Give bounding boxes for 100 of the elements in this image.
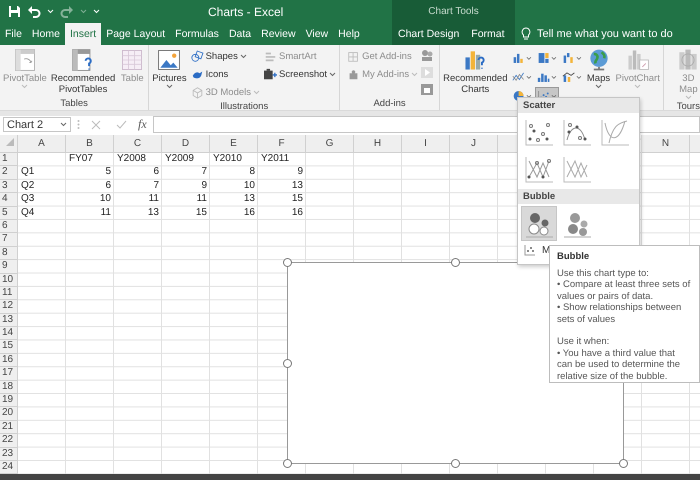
menu-section-header: Bubble <box>518 189 639 204</box>
puzzle-icon <box>347 68 360 80</box>
caret-icon <box>253 90 260 94</box>
ribbon-tab[interactable]: Data <box>224 23 256 45</box>
column-header[interactable]: D <box>162 135 210 153</box>
tell-me-field[interactable]: Tell me what you want to do <box>537 28 677 40</box>
row-header[interactable]: 8 <box>0 246 18 260</box>
caret-icon <box>595 84 602 89</box>
row-header[interactable]: 20 <box>0 407 18 421</box>
tooltip-text: • You have a third value that can be used to determine the relative size of the bubble. <box>557 348 682 382</box>
row-header[interactable]: 16 <box>0 354 18 368</box>
row-header[interactable]: 14 <box>0 327 18 340</box>
table-cell-text: 11 <box>196 193 208 206</box>
table-cell-text: 9 <box>200 180 208 193</box>
play-icon <box>420 66 434 79</box>
ribbon-tab[interactable]: Home <box>26 23 65 45</box>
ribbon-tab[interactable]: Help <box>333 23 365 45</box>
tooltip-text: Use this chart type to: <box>557 268 650 279</box>
lightbulb-icon <box>521 27 531 41</box>
column-header[interactable]: N <box>642 135 690 153</box>
row-header[interactable]: 15 <box>0 340 18 354</box>
row-header[interactable]: 12 <box>0 300 18 314</box>
row-header[interactable]: 19 <box>0 394 18 408</box>
caret-icon <box>329 72 336 76</box>
row-header[interactable]: 24 <box>0 460 18 474</box>
row-header[interactable]: 11 <box>0 286 18 300</box>
save-icon[interactable] <box>8 5 21 18</box>
scatter-chart-icon <box>523 118 555 148</box>
tooltip-text: • Show relationships between sets of values <box>557 302 682 325</box>
menu-section-header: Scatter <box>518 98 639 113</box>
caret-icon <box>166 84 173 89</box>
table-cell-text: 16 <box>290 206 304 220</box>
row-header[interactable]: 6 <box>0 220 18 234</box>
column-header[interactable]: A <box>18 135 66 153</box>
waterfall-chart-icon <box>562 51 575 65</box>
ribbon-tab[interactable]: Page Layout <box>101 23 170 45</box>
caret-icon <box>526 56 532 60</box>
ribbon-button[interactable]: Icons <box>188 66 262 82</box>
ribbon-button[interactable]: Recommended Charts <box>441 47 510 95</box>
ribbon-button[interactable]: Shapes <box>188 48 262 64</box>
row-header[interactable]: 5 <box>0 206 18 220</box>
table-cell-text: 15 <box>194 206 208 220</box>
camera-icon <box>264 68 278 80</box>
row-header[interactable]: 4 <box>0 193 18 207</box>
straight-line-chart-icon <box>561 154 593 184</box>
chart-option[interactable] <box>521 206 557 241</box>
column-header[interactable]: G <box>306 135 354 153</box>
row-header[interactable]: 18 <box>0 380 18 394</box>
ribbon-button[interactable]: Screenshot <box>262 66 338 82</box>
tooltip-title: Bubble <box>557 251 590 262</box>
window-title: Charts - Excel <box>208 4 284 18</box>
smooth-line-chart-icon <box>599 118 631 148</box>
undo-icon[interactable] <box>27 5 41 18</box>
ribbon-tab[interactable]: Formulas <box>170 23 224 45</box>
column-header[interactable]: E <box>210 135 258 153</box>
caret-icon <box>684 95 692 100</box>
row-header[interactable]: 10 <box>0 274 18 287</box>
caret-icon <box>576 56 582 60</box>
insert-function-button[interactable]: fx <box>138 117 147 132</box>
row-header[interactable]: 23 <box>0 448 18 461</box>
column-header[interactable]: F <box>258 135 306 153</box>
row-header[interactable]: 9 <box>0 260 18 274</box>
table-cell-text: 7 <box>200 166 208 180</box>
row-header[interactable]: 22 <box>0 434 18 448</box>
ribbon-tab[interactable]: Insert <box>64 23 102 45</box>
ribbon-button[interactable]: Recommended PivotTables <box>48 47 118 95</box>
ribbon-button[interactable]: Maps <box>584 47 614 89</box>
caret-icon <box>240 54 247 58</box>
ribbon-tab[interactable]: Review <box>256 23 301 45</box>
table-cell-text: 11 <box>148 193 160 206</box>
contextual-tab-label: Chart Tools <box>427 6 480 17</box>
column-header[interactable]: H <box>354 135 402 153</box>
row-header[interactable]: 7 <box>0 233 18 247</box>
column-header[interactable]: C <box>114 135 162 153</box>
caret-icon <box>550 74 556 80</box>
row-header[interactable]: 2 <box>0 166 18 180</box>
table-cell-text: 13 <box>242 193 256 206</box>
row-header[interactable]: 13 <box>0 314 18 328</box>
shapes-icon <box>190 50 204 62</box>
table-cell-text: 13 <box>290 180 304 193</box>
row-header[interactable]: 21 <box>0 420 18 434</box>
ribbon-tab[interactable]: Format <box>465 23 511 45</box>
column-chart-icon <box>512 51 525 65</box>
redo-icon[interactable] <box>60 5 74 18</box>
table-cell-text: 10 <box>242 180 256 193</box>
name-box[interactable]: Chart 2 <box>3 117 71 132</box>
ribbon-tab[interactable]: File <box>0 23 27 45</box>
cube-icon <box>190 86 204 98</box>
column-header[interactable]: I <box>402 135 450 153</box>
row-header[interactable]: 1 <box>0 153 18 166</box>
row-header[interactable]: 3 <box>0 180 18 194</box>
combo-chart-icon <box>562 70 575 84</box>
caret-icon <box>526 74 532 80</box>
ribbon-tab[interactable]: View <box>300 23 334 45</box>
grid-plus-icon <box>347 50 360 62</box>
ribbon-button[interactable]: Pictures <box>150 47 189 89</box>
row-header[interactable]: 17 <box>0 367 18 381</box>
column-header[interactable]: J <box>450 135 498 153</box>
ribbon-tab[interactable]: Chart Design <box>392 23 466 45</box>
column-header[interactable]: B <box>66 135 114 153</box>
